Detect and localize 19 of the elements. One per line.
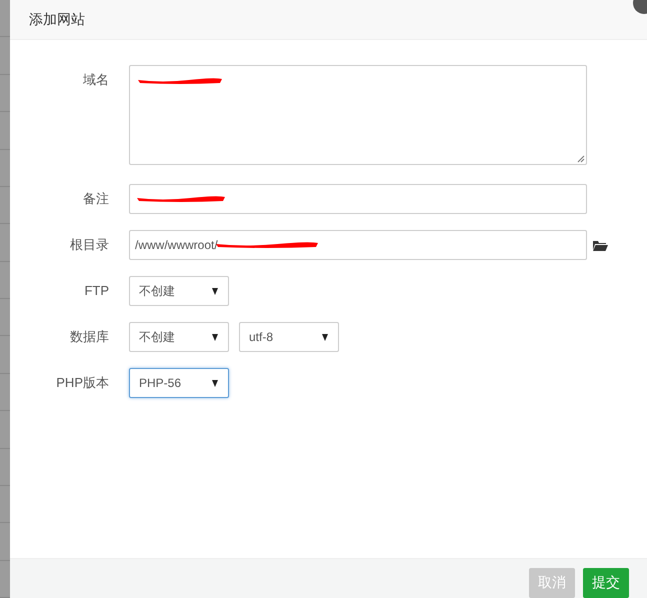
select-dropdown[interactable]: utf-8 bbox=[239, 322, 339, 352]
dialog-title: 添加网站 bbox=[29, 10, 85, 28]
field-label: 域名 bbox=[82, 71, 110, 89]
field-label: 根目录 bbox=[69, 236, 110, 254]
folder-icon[interactable] bbox=[593, 240, 608, 250]
caret-icon bbox=[212, 334, 218, 340]
caret-icon bbox=[212, 380, 218, 386]
field-label: PHP版本 bbox=[55, 374, 110, 392]
caret-icon bbox=[212, 288, 218, 294]
caret-icon bbox=[322, 334, 328, 340]
note-field[interactable] bbox=[129, 184, 587, 214]
field-label: 备注 bbox=[82, 190, 110, 208]
select-dropdown[interactable]: PHP-56 bbox=[129, 368, 229, 398]
resize-grip-icon[interactable] bbox=[577, 155, 585, 163]
root-directory-field[interactable]: /www/wwwroot/ bbox=[129, 230, 587, 260]
field-label: FTP bbox=[83, 282, 110, 300]
select-dropdown[interactable]: 不创建 bbox=[129, 276, 229, 306]
select-dropdown[interactable]: 不创建 bbox=[129, 322, 229, 352]
field-label: 数据库 bbox=[69, 328, 110, 346]
